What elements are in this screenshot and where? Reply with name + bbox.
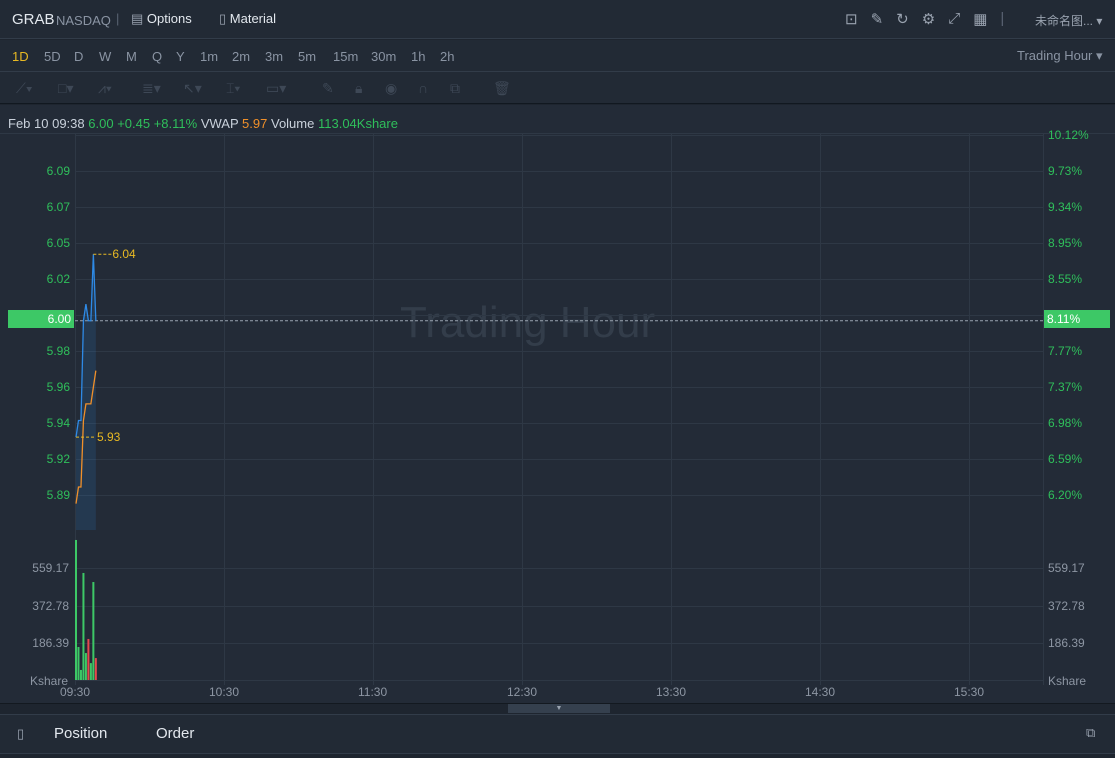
volume-bar (75, 539, 77, 680)
tab-position[interactable]: Position (54, 725, 107, 742)
volume-bar (92, 582, 95, 680)
collapse-panel-button[interactable]: ▼ (508, 704, 610, 713)
volume-bar (77, 647, 80, 680)
volume-bar (84, 653, 87, 680)
high-label: 6.04 (112, 247, 136, 261)
volume-bar (89, 663, 92, 680)
volume-bar (94, 658, 97, 680)
volume-bar (82, 572, 85, 680)
low-label: 5.93 (97, 430, 121, 444)
popout-icon[interactable]: ⧉ (1086, 725, 1095, 741)
sidebar-toggle-icon[interactable]: ▯ (17, 726, 24, 742)
volume-bar (79, 669, 82, 680)
volume-bar (87, 638, 90, 680)
price-chart-svg: 6.04 5.93 (75, 247, 1043, 680)
tab-order[interactable]: Order (156, 725, 194, 742)
